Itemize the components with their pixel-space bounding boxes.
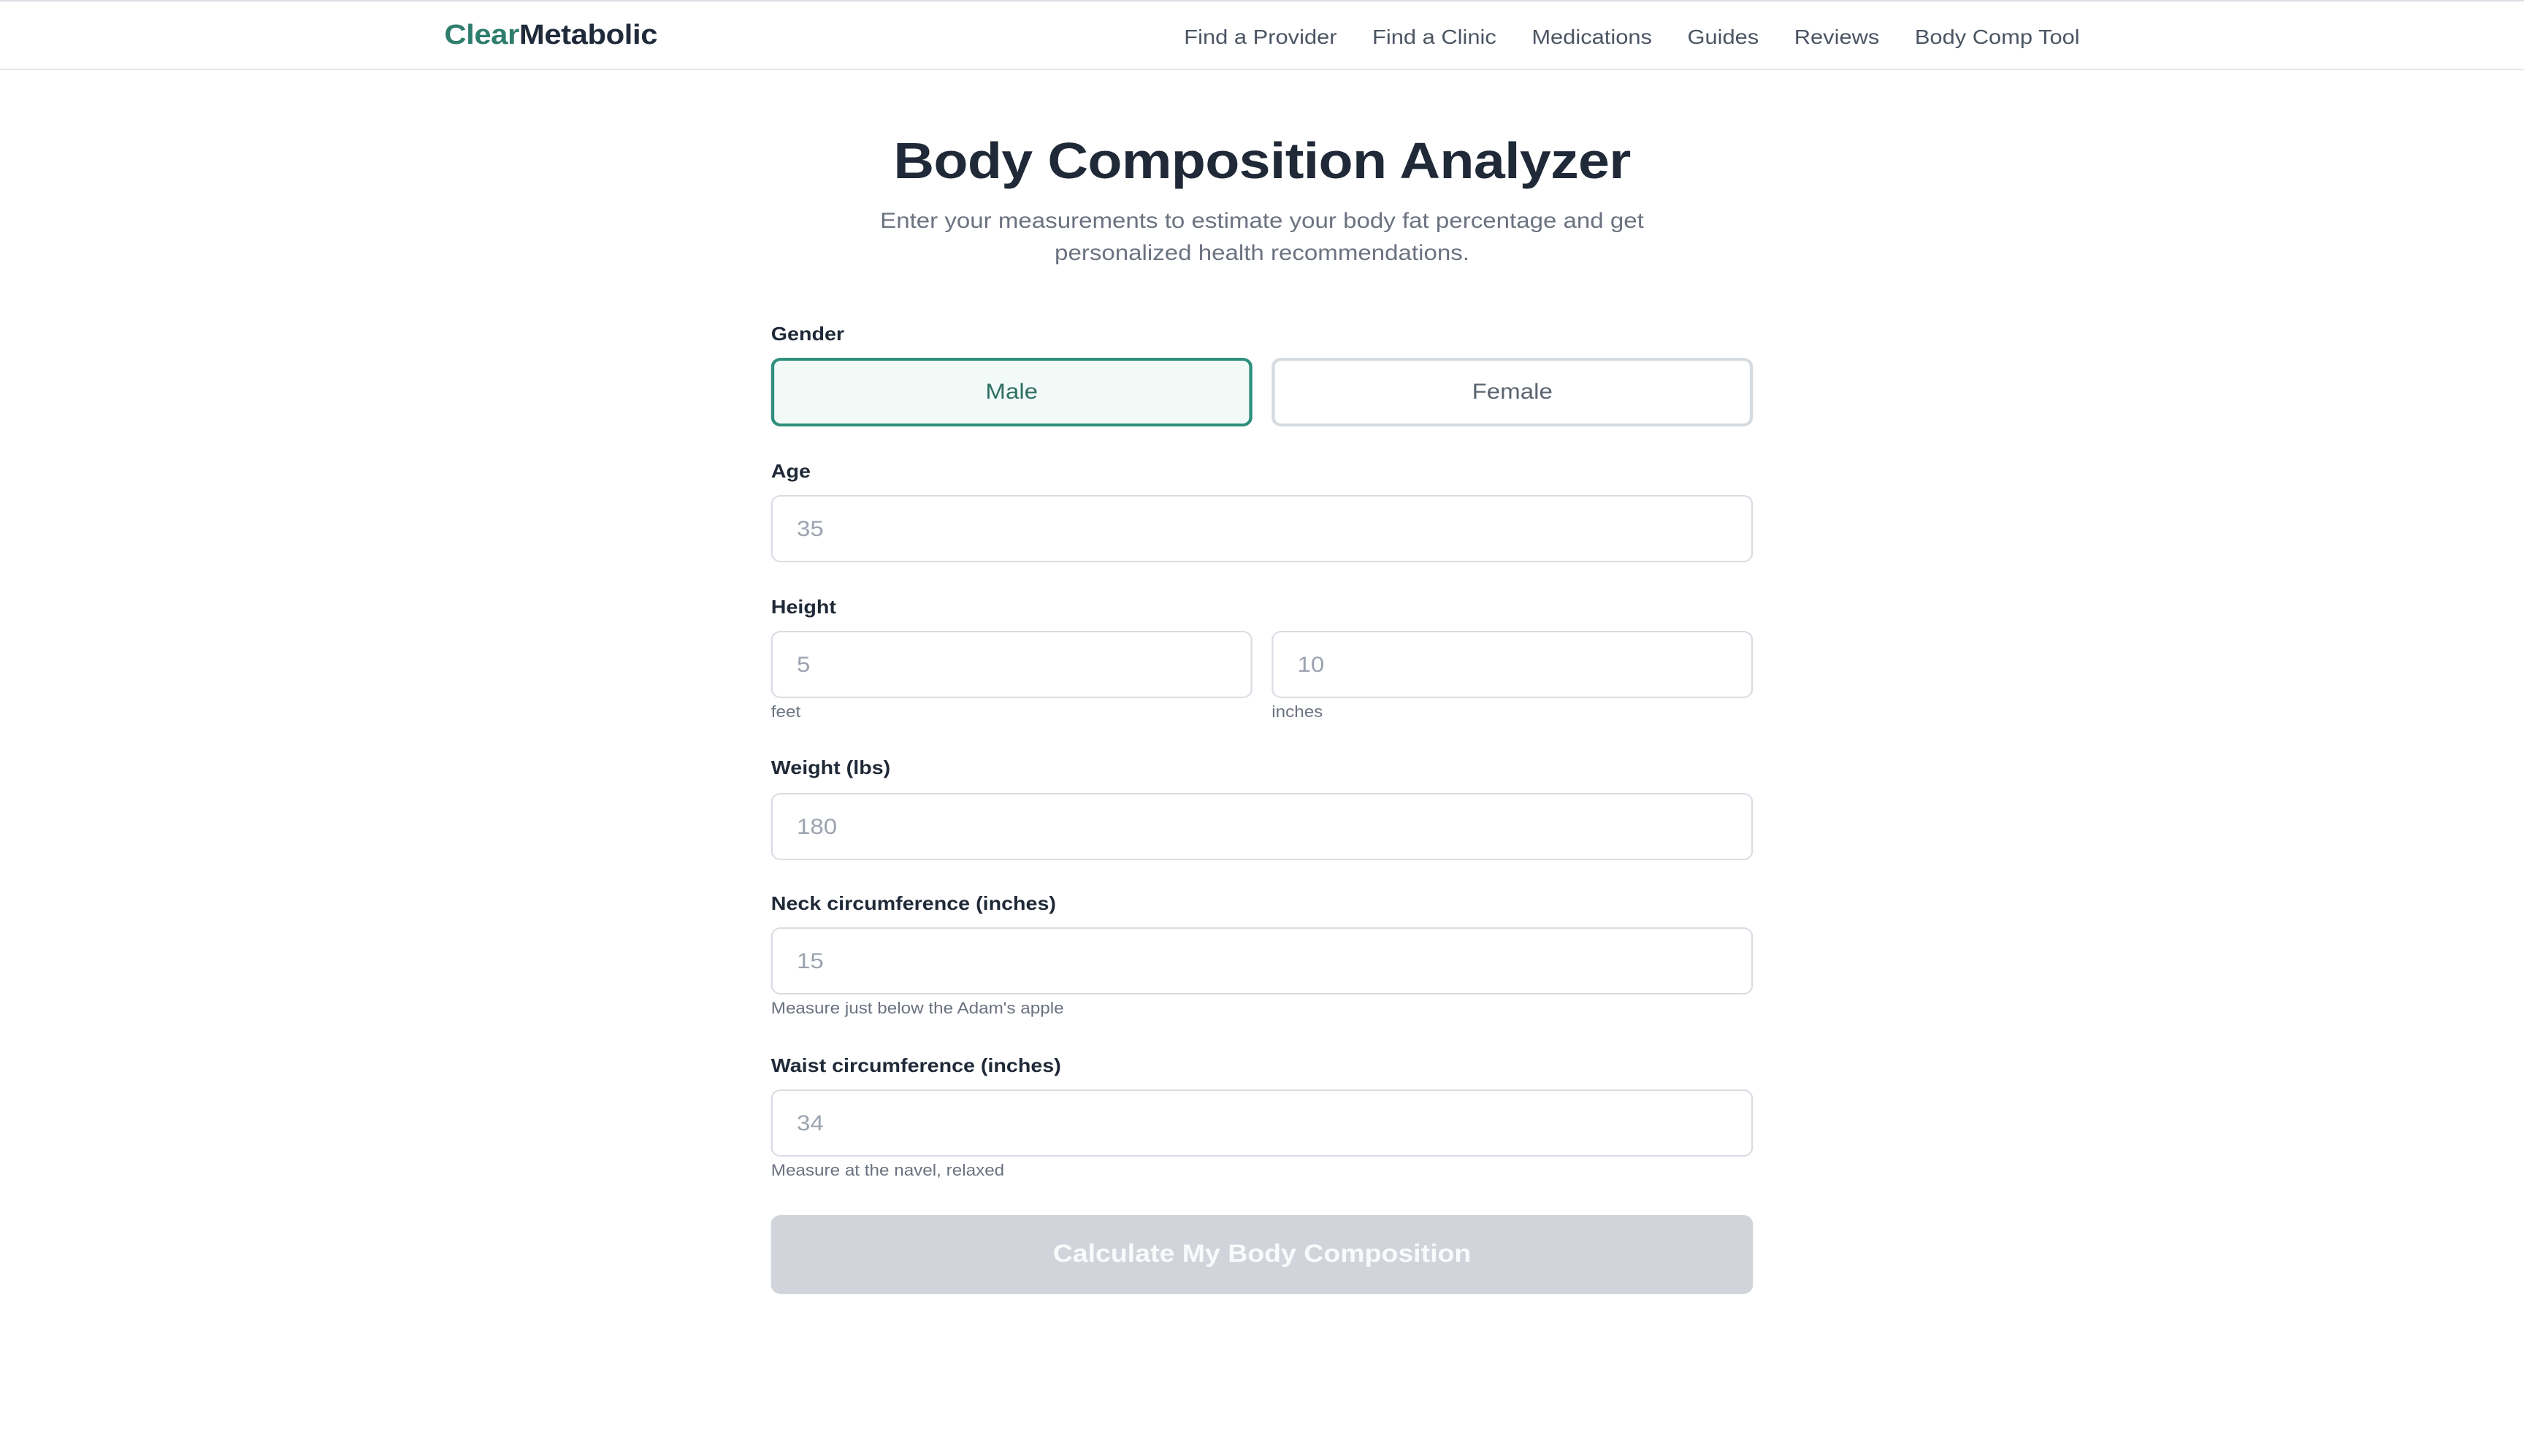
age-input[interactable] [770,495,1754,562]
nav-link-find-a-provider[interactable]: Find a Provider [1184,23,1336,50]
page-title: Body Composition Analyzer [893,133,1631,190]
nav-link-medications[interactable]: Medications [1531,23,1652,50]
brand-logo[interactable]: ClearMetabolic [444,19,657,54]
nav-link-reviews[interactable]: Reviews [1794,23,1880,50]
nav-link-find-a-clinic[interactable]: Find a Clinic [1372,23,1496,50]
main-nav: Find a Provider Find a Clinic Medication… [1184,23,2079,50]
neck-hint: Measure just below the Adam's apple [770,1000,1064,1018]
height-inches-input[interactable] [1271,631,1754,698]
neck-label: Neck circumference (inches) [770,892,1056,914]
gender-male-button[interactable]: Male [770,358,1253,426]
page: ClearMetabolic Find a Provider Find a Cl… [0,0,2524,1456]
page-subtitle: Enter your measurements to estimate your… [880,209,1644,266]
nav-link-guides[interactable]: Guides [1687,23,1759,50]
height-feet-unit: feet [770,704,801,721]
top-navigation-bar: ClearMetabolic Find a Provider Find a Cl… [0,0,2524,70]
height-inches-unit: inches [1271,704,1323,721]
brand-name-part1: Clear [444,20,519,51]
gender-label: Gender [770,323,845,345]
weight-label: Weight (lbs) [770,756,891,778]
brand-name-part2: Metabolic [519,20,658,51]
waist-label: Waist circumference (inches) [770,1054,1061,1076]
weight-input[interactable] [770,793,1754,860]
gender-female-button[interactable]: Female [1271,358,1754,426]
height-feet-input[interactable] [770,631,1253,698]
height-label: Height [770,596,836,618]
neck-circumference-input[interactable] [770,927,1754,995]
waist-hint: Measure at the navel, relaxed [770,1162,1005,1180]
age-label: Age [770,460,811,482]
waist-circumference-input[interactable] [770,1089,1754,1157]
calculate-button[interactable]: Calculate My Body Composition [770,1215,1754,1294]
nav-link-body-comp-tool[interactable]: Body Comp Tool [1915,23,2080,50]
